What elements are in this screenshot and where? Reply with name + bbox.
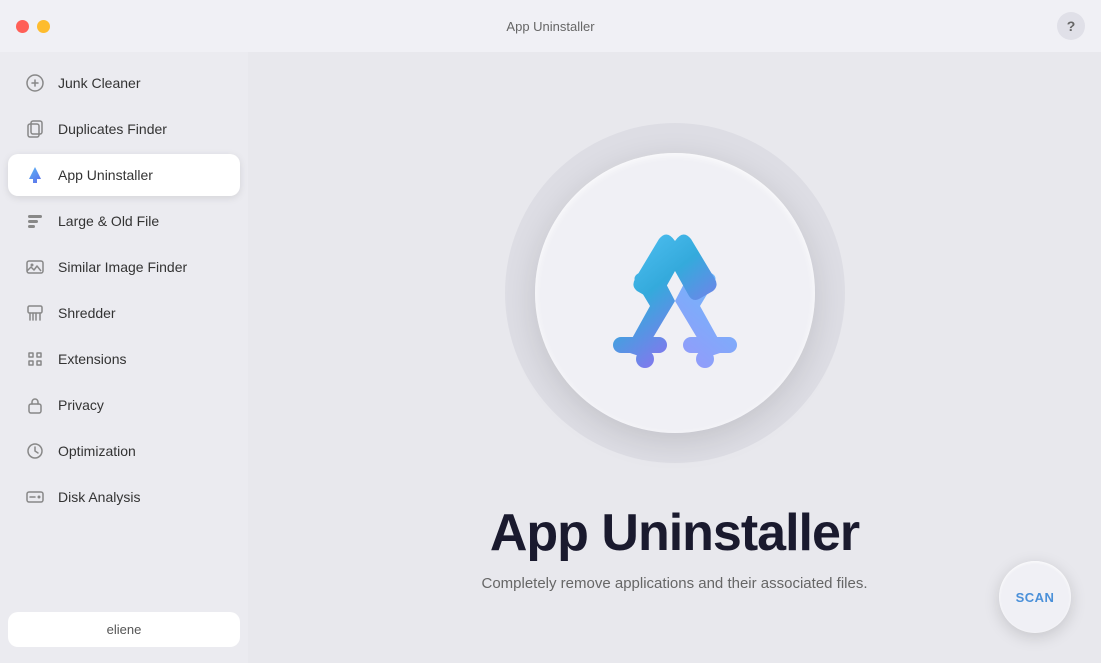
large-file-icon [24, 210, 46, 232]
scan-button-label: SCAN [1016, 590, 1055, 605]
sidebar-item-label: Junk Cleaner [58, 75, 141, 91]
sidebar-item-shredder[interactable]: Shredder [8, 292, 240, 334]
sidebar-item-label: Disk Analysis [58, 489, 140, 505]
icon-circle-inner [535, 153, 815, 433]
shredder-icon [24, 302, 46, 324]
sidebar-item-label: Extensions [58, 351, 126, 367]
junk-icon [24, 72, 46, 94]
content-subtitle: Completely remove applications and their… [481, 575, 867, 592]
sidebar-item-large-old-file[interactable]: Large & Old File [8, 200, 240, 242]
sidebar-item-duplicates-finder[interactable]: Duplicates Finder [8, 108, 240, 150]
close-button[interactable] [16, 20, 29, 33]
user-label: eliene [107, 622, 142, 637]
optimization-icon [24, 440, 46, 462]
app-uninstaller-icon [24, 164, 46, 186]
titlebar: App Uninstaller ? [0, 0, 1101, 52]
sidebar-item-label: Shredder [58, 305, 116, 321]
sidebar-spacer [0, 520, 248, 604]
sidebar-item-optimization[interactable]: Optimization [8, 430, 240, 472]
sidebar-item-privacy[interactable]: Privacy [8, 384, 240, 426]
duplicates-icon [24, 118, 46, 140]
sidebar-item-extensions[interactable]: Extensions [8, 338, 240, 380]
traffic-lights [16, 20, 50, 33]
help-label: ? [1067, 18, 1076, 34]
privacy-icon [24, 394, 46, 416]
image-icon [24, 256, 46, 278]
sidebar-item-app-uninstaller[interactable]: App Uninstaller [8, 154, 240, 196]
sidebar-item-disk-analysis[interactable]: Disk Analysis [8, 476, 240, 518]
sidebar-item-label: Privacy [58, 397, 104, 413]
scan-button[interactable]: SCAN [999, 561, 1071, 633]
sidebar-item-label: Optimization [58, 443, 136, 459]
window-title: App Uninstaller [506, 19, 594, 34]
sidebar-item-label: App Uninstaller [58, 167, 153, 183]
sidebar-item-similar-image-finder[interactable]: Similar Image Finder [8, 246, 240, 288]
main-layout: Junk Cleaner Duplicates Finder [0, 52, 1101, 663]
icon-circle-outer [505, 123, 845, 463]
content-area: App Uninstaller Completely remove applic… [248, 52, 1101, 663]
help-button[interactable]: ? [1057, 12, 1085, 40]
sidebar-item-label: Similar Image Finder [58, 259, 187, 275]
sidebar-item-label: Duplicates Finder [58, 121, 167, 137]
content-title: App Uninstaller [490, 503, 859, 563]
app-store-icon [595, 211, 755, 376]
extensions-icon [24, 348, 46, 370]
sidebar-item-junk-cleaner[interactable]: Junk Cleaner [8, 62, 240, 104]
sidebar-item-label: Large & Old File [58, 213, 159, 229]
sidebar: Junk Cleaner Duplicates Finder [0, 52, 248, 663]
minimize-button[interactable] [37, 20, 50, 33]
disk-icon [24, 486, 46, 508]
user-profile[interactable]: eliene [8, 612, 240, 647]
